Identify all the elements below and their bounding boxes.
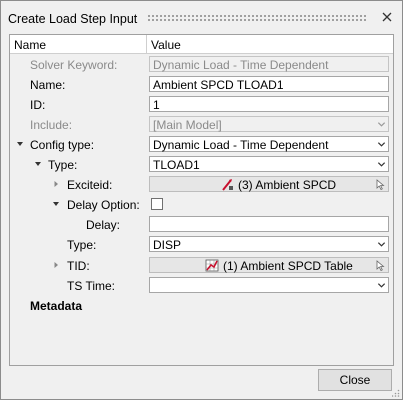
cursor-pick-icon xyxy=(376,179,385,190)
chevron-down-icon xyxy=(377,142,386,147)
exciteid-label: Exciteid: xyxy=(67,178,113,192)
close-button[interactable]: Close xyxy=(318,369,392,391)
ts-time-select[interactable] xyxy=(149,277,389,293)
row-id: ID: 1 xyxy=(10,95,393,115)
drag-grip[interactable] xyxy=(147,14,367,22)
type-select[interactable]: TLOAD1 xyxy=(149,156,389,172)
name-label: Name: xyxy=(30,78,66,92)
close-icon[interactable] xyxy=(379,9,395,25)
chevron-down-icon xyxy=(377,162,386,167)
chevron-down-icon xyxy=(377,122,386,127)
row-exciteid: Exciteid: (3) Ambient SPCD xyxy=(10,175,393,195)
name-input[interactable]: Ambient SPCD TLOAD1 xyxy=(149,76,389,92)
exciteid-value: (3) Ambient SPCD xyxy=(238,178,337,192)
config-type-value: Dynamic Load - Time Dependent xyxy=(153,138,329,152)
type-value: TLOAD1 xyxy=(153,158,200,172)
delay-input[interactable] xyxy=(149,216,389,232)
dialog-window: Create Load Step Input Name Value Solver… xyxy=(0,0,403,400)
name-column-header[interactable]: Name xyxy=(14,38,46,52)
title-bar[interactable]: Create Load Step Input xyxy=(1,1,402,33)
id-value: 1 xyxy=(153,98,160,112)
row-excitation-type: Type: DISP xyxy=(10,235,393,255)
expand-arrow-icon[interactable] xyxy=(51,260,61,270)
row-delay-option: Delay Option: xyxy=(10,195,393,215)
type-label: Type: xyxy=(48,158,78,172)
id-input[interactable]: 1 xyxy=(149,96,389,112)
include-select: [Main Model] xyxy=(149,116,389,132)
row-metadata: Metadata xyxy=(10,296,393,316)
chevron-down-icon xyxy=(377,283,386,288)
delay-option-checkbox[interactable] xyxy=(151,198,163,210)
config-type-label: Config type: xyxy=(30,138,95,152)
property-panel: Name Value Solver Keyword: Dynamic Load … xyxy=(9,34,394,366)
value-column-header[interactable]: Value xyxy=(151,38,181,52)
delay-label: Delay: xyxy=(86,218,121,232)
row-tid: TID: (1) Ambient SPCD Table xyxy=(10,256,393,276)
collapse-arrow-icon[interactable] xyxy=(15,139,25,149)
row-type: Type: TLOAD1 xyxy=(10,155,393,175)
resize-grip-icon[interactable] xyxy=(392,389,400,397)
row-ts-time: TS Time: xyxy=(10,276,393,296)
delay-option-label: Delay Option: xyxy=(67,198,140,212)
excitation-type-label: Type: xyxy=(67,238,97,252)
config-type-select[interactable]: Dynamic Load - Time Dependent xyxy=(149,136,389,152)
spcd-load-icon xyxy=(222,179,233,191)
collapse-arrow-icon[interactable] xyxy=(33,159,43,169)
excitation-type-value: DISP xyxy=(153,238,182,252)
window-title: Create Load Step Input xyxy=(8,12,138,26)
metadata-label[interactable]: Metadata xyxy=(30,299,82,313)
column-header: Name Value xyxy=(10,35,393,54)
solver-keyword-field: Dynamic Load - Time Dependent xyxy=(149,56,389,72)
expand-arrow-icon[interactable] xyxy=(51,179,61,189)
row-delay: Delay: xyxy=(10,215,393,235)
solver-keyword-value: Dynamic Load - Time Dependent xyxy=(153,58,329,72)
name-value: Ambient SPCD TLOAD1 xyxy=(153,78,284,92)
id-label: ID: xyxy=(30,98,46,112)
column-divider[interactable] xyxy=(146,35,147,53)
include-label: Include: xyxy=(30,118,73,132)
include-value: [Main Model] xyxy=(153,118,222,132)
collapse-arrow-icon[interactable] xyxy=(51,199,61,209)
row-include: Include: [Main Model] xyxy=(10,115,393,135)
table-curve-icon xyxy=(205,259,219,272)
chevron-down-icon xyxy=(377,242,386,247)
solver-keyword-label: Solver Keyword: xyxy=(30,58,118,72)
cursor-pick-icon xyxy=(376,260,385,271)
excitation-type-select[interactable]: DISP xyxy=(149,236,389,252)
tid-value: (1) Ambient SPCD Table xyxy=(223,259,353,273)
ts-time-label: TS Time: xyxy=(67,279,116,293)
row-config-type: Config type: Dynamic Load - Time Depende… xyxy=(10,135,393,155)
exciteid-entity-selector[interactable]: (3) Ambient SPCD xyxy=(149,176,389,192)
tid-label: TID: xyxy=(67,259,90,273)
tid-entity-selector[interactable]: (1) Ambient SPCD Table xyxy=(149,257,389,273)
row-solver-keyword: Solver Keyword: Dynamic Load - Time Depe… xyxy=(10,55,393,75)
row-name: Name: Ambient SPCD TLOAD1 xyxy=(10,75,393,95)
